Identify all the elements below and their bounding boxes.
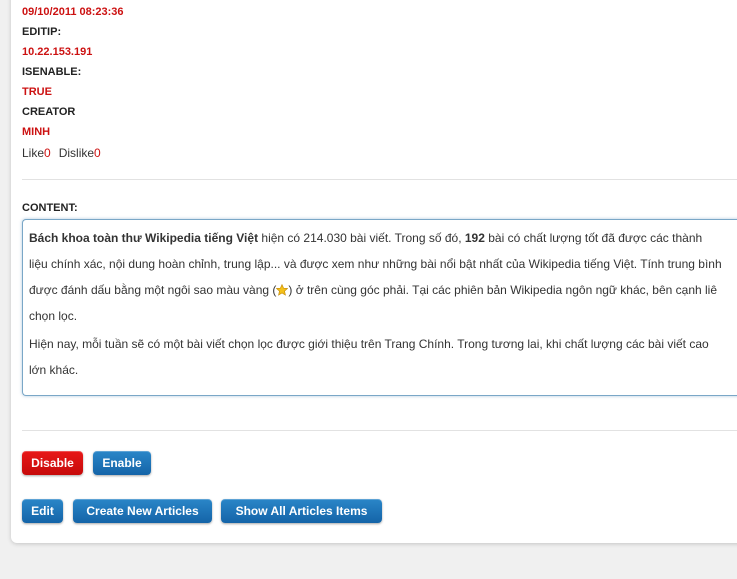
- dislike-label: Dislike: [58, 146, 95, 160]
- content-editor[interactable]: Bách khoa toàn thư Wikipedia tiếng Việt …: [22, 219, 737, 396]
- content-text-span: lớn khác.: [29, 363, 79, 377]
- date-value: 09/10/2011 08:23:36: [22, 6, 124, 18]
- edit-button[interactable]: Edit: [22, 499, 63, 523]
- content-bold-count: 192: [464, 231, 485, 245]
- content-text: Bách khoa toàn thư Wikipedia tiếng Việt …: [29, 225, 737, 383]
- show-all-articles-button[interactable]: Show All Articles Items: [221, 499, 382, 523]
- creator-label: CREATOR: [22, 106, 76, 118]
- disable-button[interactable]: Disable: [22, 451, 83, 475]
- like-label: Like: [22, 146, 45, 160]
- content-text-span: Hiện nay, mỗi tuần sẽ có một bài viết ch…: [29, 337, 709, 351]
- content-text-span: bài có chất lượng tốt đã được các thành: [484, 231, 703, 245]
- content-text-span: ) ở trên cùng góc phải. Tại các phiên bả…: [288, 283, 718, 297]
- content-text-span: chọn lọc.: [29, 309, 78, 323]
- content-text-span: hiện có 214.030 bài viết. Trong số đó,: [258, 231, 465, 245]
- like-count: 0: [44, 146, 51, 160]
- editip-label: EDITIP:: [22, 26, 62, 38]
- isenable-label: ISENABLE:: [22, 66, 82, 78]
- create-new-articles-button[interactable]: Create New Articles: [73, 499, 212, 523]
- vote-counts: Like0 Dislike0: [22, 146, 101, 160]
- creator-value: MINH: [22, 126, 51, 138]
- like-link[interactable]: Like0: [22, 146, 51, 160]
- divider: [22, 179, 737, 180]
- content-paragraph: Bách khoa toàn thư Wikipedia tiếng Việt …: [29, 225, 737, 329]
- content-paragraph: Hiện nay, mỗi tuần sẽ có một bài viết ch…: [29, 331, 737, 383]
- content-label: CONTENT:: [22, 202, 78, 214]
- content-text-span: liệu chính xác, nội dung hoàn chỉnh, tru…: [29, 257, 722, 271]
- star-icon: [276, 279, 289, 296]
- divider: [22, 430, 737, 431]
- enable-button[interactable]: Enable: [93, 451, 151, 475]
- dislike-link[interactable]: Dislike0: [59, 146, 101, 160]
- content-text-span: được đánh dấu bằng một ngôi sao màu vàng…: [29, 283, 277, 297]
- dislike-count: 0: [94, 146, 101, 160]
- content-bold-title: Bách khoa toàn thư Wikipedia tiếng Việt: [29, 231, 259, 245]
- isenable-value: TRUE: [22, 86, 52, 98]
- editip-value: 10.22.153.191: [22, 46, 93, 58]
